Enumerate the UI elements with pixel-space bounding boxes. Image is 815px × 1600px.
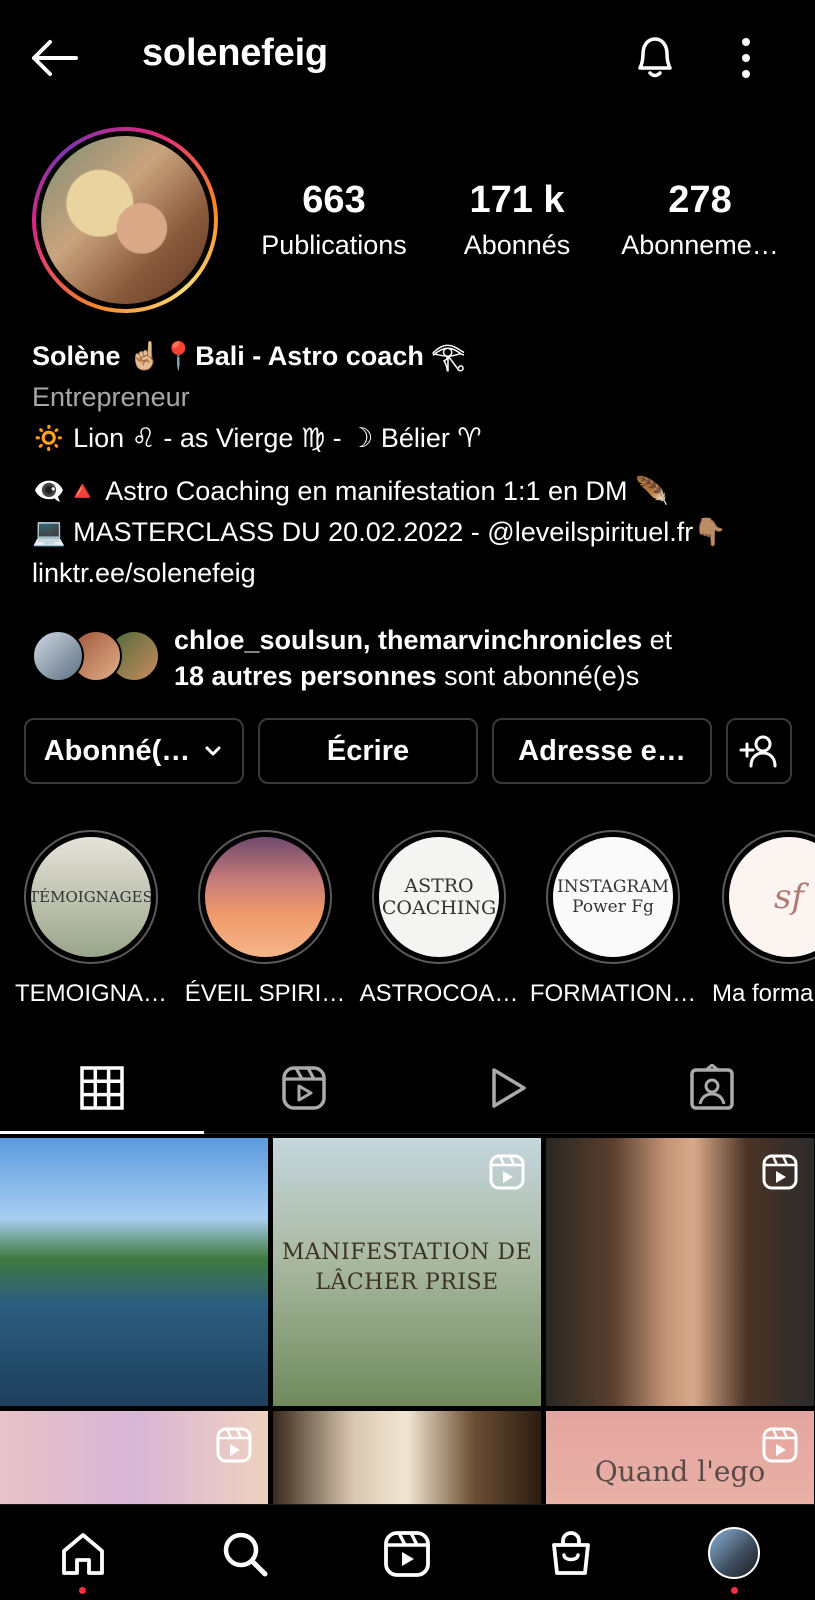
highlight-cover: sf [729,837,815,957]
grid-icon[interactable] [78,1064,126,1112]
bell-icon[interactable] [632,30,678,82]
post-thumbnail[interactable] [0,1138,268,1406]
add-person-button[interactable] [726,718,792,784]
back-arrow-icon[interactable] [30,36,80,80]
bio-line-3: 💻 MASTERCLASS DU 20.02.2022 - @leveilspi… [32,517,727,547]
mutual-joiner: et [642,625,673,655]
profile-category: Entrepreneur [32,382,190,412]
mutual-suffix: sont abonné(e)s [436,661,640,691]
active-tab-indicator [0,1131,204,1134]
highlight-label: TEMOIGNA… [14,980,167,1007]
highlight-label: FORMATION… [529,980,697,1007]
more-vertical-icon[interactable] [736,36,756,80]
reel-badge-icon [489,1154,525,1190]
display-name: Solène ☝🏼📍Bali - Astro coach 𓂀 [32,341,466,371]
add-person-icon [739,735,777,768]
stat-posts[interactable]: 663 Publications [248,178,420,264]
highlight-cover: ASTRO COACHING [379,837,499,957]
following-button-label: Abonné(… [43,734,191,767]
post-thumbnail[interactable]: Quand l'ego [546,1411,814,1504]
avatar-image [41,136,209,304]
mutual-names: chloe_soulsun, themarvinchronicles [174,625,643,655]
email-button-label: Adresse e… [518,734,686,767]
home-notification-dot [79,1587,86,1594]
post-text: MANIFESTATION DE LÂCHER PRISE [281,1240,533,1295]
search-icon[interactable] [220,1529,270,1579]
highlight-item[interactable]: TÉMOIGNAGES TEMOIGNA… [15,830,167,1007]
highlight-cover: TÉMOIGNAGES [31,837,151,957]
reel-badge-icon [762,1154,798,1190]
stat-following-count: 278 [668,179,732,221]
mutual-followers-text: chloe_soulsun, themarvinchronicles et 18… [174,622,672,694]
highlight-item[interactable]: INSTAGRAM Power Fg FORMATION… [530,830,696,1007]
reel-badge-icon [216,1427,252,1463]
profile-bio: Solène ☝🏼📍Bali - Astro coach 𓂀 Entrepren… [32,336,802,594]
tagged-icon[interactable] [688,1064,736,1112]
profile-username: solenefeig [142,32,328,74]
profile-avatar[interactable] [32,127,218,313]
profile-tabs [0,1050,815,1134]
highlight-item[interactable]: ÉVEIL SPIRI… [185,830,345,1007]
mutual-avatar-1 [32,630,84,682]
profile-notification-dot [731,1587,738,1594]
post-thumbnail[interactable] [546,1138,814,1406]
top-bar: solenefeig [0,0,815,112]
stat-following-label: Abonneme… [621,230,779,260]
highlight-item[interactable]: ASTRO COACHING ASTROCOA… [360,830,518,1007]
stat-followers-label: Abonnés [463,230,571,260]
post-thumbnail[interactable]: MANIFESTATION DE LÂCHER PRISE [273,1138,541,1406]
reel-badge-icon [762,1427,798,1463]
stat-posts-label: Publications [261,230,407,260]
stat-followers[interactable]: 171 k Abonnés [444,178,590,264]
email-button[interactable]: Adresse e… [492,718,712,784]
post-thumbnail[interactable] [0,1411,268,1504]
message-button-label: Écrire [326,734,410,767]
following-button[interactable]: Abonné(… [24,718,244,784]
shop-icon[interactable] [546,1529,596,1579]
bio-line-2: 👁‍🗨🔺 Astro Coaching en manifestation 1:1… [32,476,669,506]
highlight-label: ASTROCOA… [359,980,519,1007]
bio-link[interactable]: linktr.ee/solenefeig [32,553,802,594]
highlight-label: Ma forma [712,980,814,1007]
highlight-cover [205,837,325,957]
bio-line-1: 🔅 Lion ♌ - as Vierge ♍ - ☽ Bélier ♈ [32,423,482,453]
post-thumbnail[interactable] [273,1411,541,1504]
highlight-label: ÉVEIL SPIRI… [184,980,346,1007]
home-icon[interactable] [58,1529,108,1579]
profile-avatar-nav[interactable] [708,1527,760,1579]
stat-followers-count: 171 k [469,179,565,221]
message-button[interactable]: Écrire [258,718,478,784]
posts-grid: MANIFESTATION DE LÂCHER PRISE Quand l'eg… [0,1138,815,1504]
highlight-cover: INSTAGRAM Power Fg [553,837,673,957]
stat-posts-count: 663 [302,179,366,221]
bottom-navigation [0,1504,815,1600]
mutual-others: 18 autres personnes [174,661,437,691]
mutual-followers[interactable]: chloe_soulsun, themarvinchronicles et 18… [32,622,802,694]
reels-tab-icon[interactable] [280,1064,328,1112]
chevron-down-icon [205,746,221,756]
play-icon[interactable] [484,1064,532,1112]
reels-icon[interactable] [382,1529,432,1579]
highlight-item[interactable]: sf Ma forma [712,830,815,1007]
stat-following[interactable]: 278 Abonneme… [612,178,788,264]
